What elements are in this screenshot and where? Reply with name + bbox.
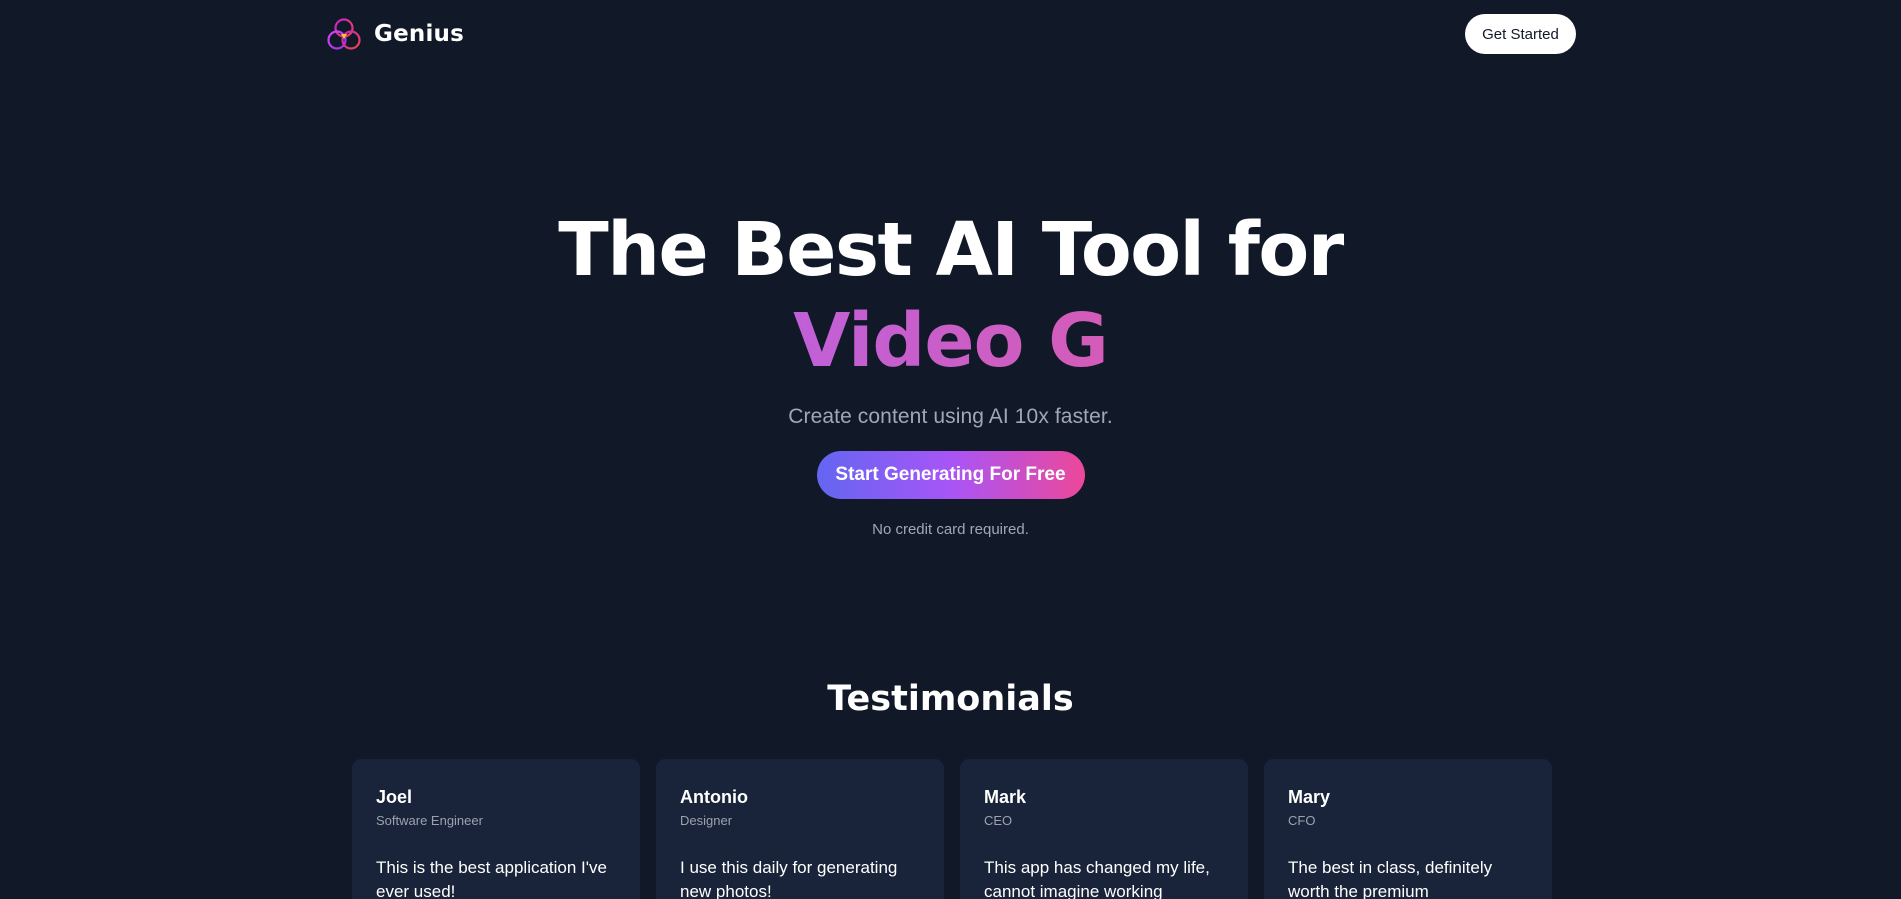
hero-note: No credit card required.	[872, 521, 1029, 538]
testimonial-quote: This app has changed my life, cannot ima…	[984, 858, 1210, 899]
testimonials-section: Testimonials Joel Software Engineer This…	[0, 672, 1901, 899]
testimonial-role: CEO	[984, 813, 1013, 828]
hero-subtitle: Create content using AI 10x faster.	[788, 405, 1113, 428]
testimonial-cards: Joel Software Engineer This is the best …	[352, 759, 1552, 899]
testimonial-name: Mark	[984, 787, 1027, 807]
get-started-button[interactable]: Get Started	[1465, 14, 1576, 54]
testimonial-role: Designer	[680, 813, 733, 828]
testimonials-title: Testimonials	[827, 679, 1074, 719]
hero-typed-wrapper: Video G	[0, 295, 1901, 387]
testimonial-quote: I use this daily for generating new phot…	[680, 858, 898, 899]
testimonial-role: CFO	[1288, 813, 1316, 828]
hero-section: The Best AI Tool for Video G Create cont…	[0, 205, 1901, 538]
testimonial-role: Software Engineer	[376, 813, 483, 828]
brand-name: Genius	[374, 21, 464, 47]
testimonial-card: Mary CFO The best in class, definitely w…	[1264, 759, 1552, 899]
testimonial-quote: The best in class, definitely worth the …	[1288, 858, 1493, 899]
testimonial-quote: This is the best application I've ever u…	[376, 858, 607, 899]
testimonial-card: Joel Software Engineer This is the best …	[352, 759, 640, 899]
testimonial-name: Joel	[376, 787, 413, 807]
start-generating-button[interactable]: Start Generating For Free	[816, 451, 1085, 499]
hero-title: The Best AI Tool for	[558, 207, 1344, 293]
testimonial-name: Antonio	[680, 787, 748, 807]
landing-page: Genius Get Started The Best AI Tool for …	[0, 0, 1901, 899]
testimonial-name: Mary	[1288, 787, 1331, 807]
brand-link[interactable]: Genius	[326, 17, 464, 51]
testimonial-card: Mark CEO This app has changed my life, c…	[960, 759, 1248, 899]
testimonial-card: Antonio Designer I use this daily for ge…	[656, 759, 944, 899]
hero-typed-text: Video G	[793, 295, 1109, 387]
navbar: Genius Get Started	[0, 0, 1901, 68]
triple-ring-logo-icon	[327, 18, 361, 50]
